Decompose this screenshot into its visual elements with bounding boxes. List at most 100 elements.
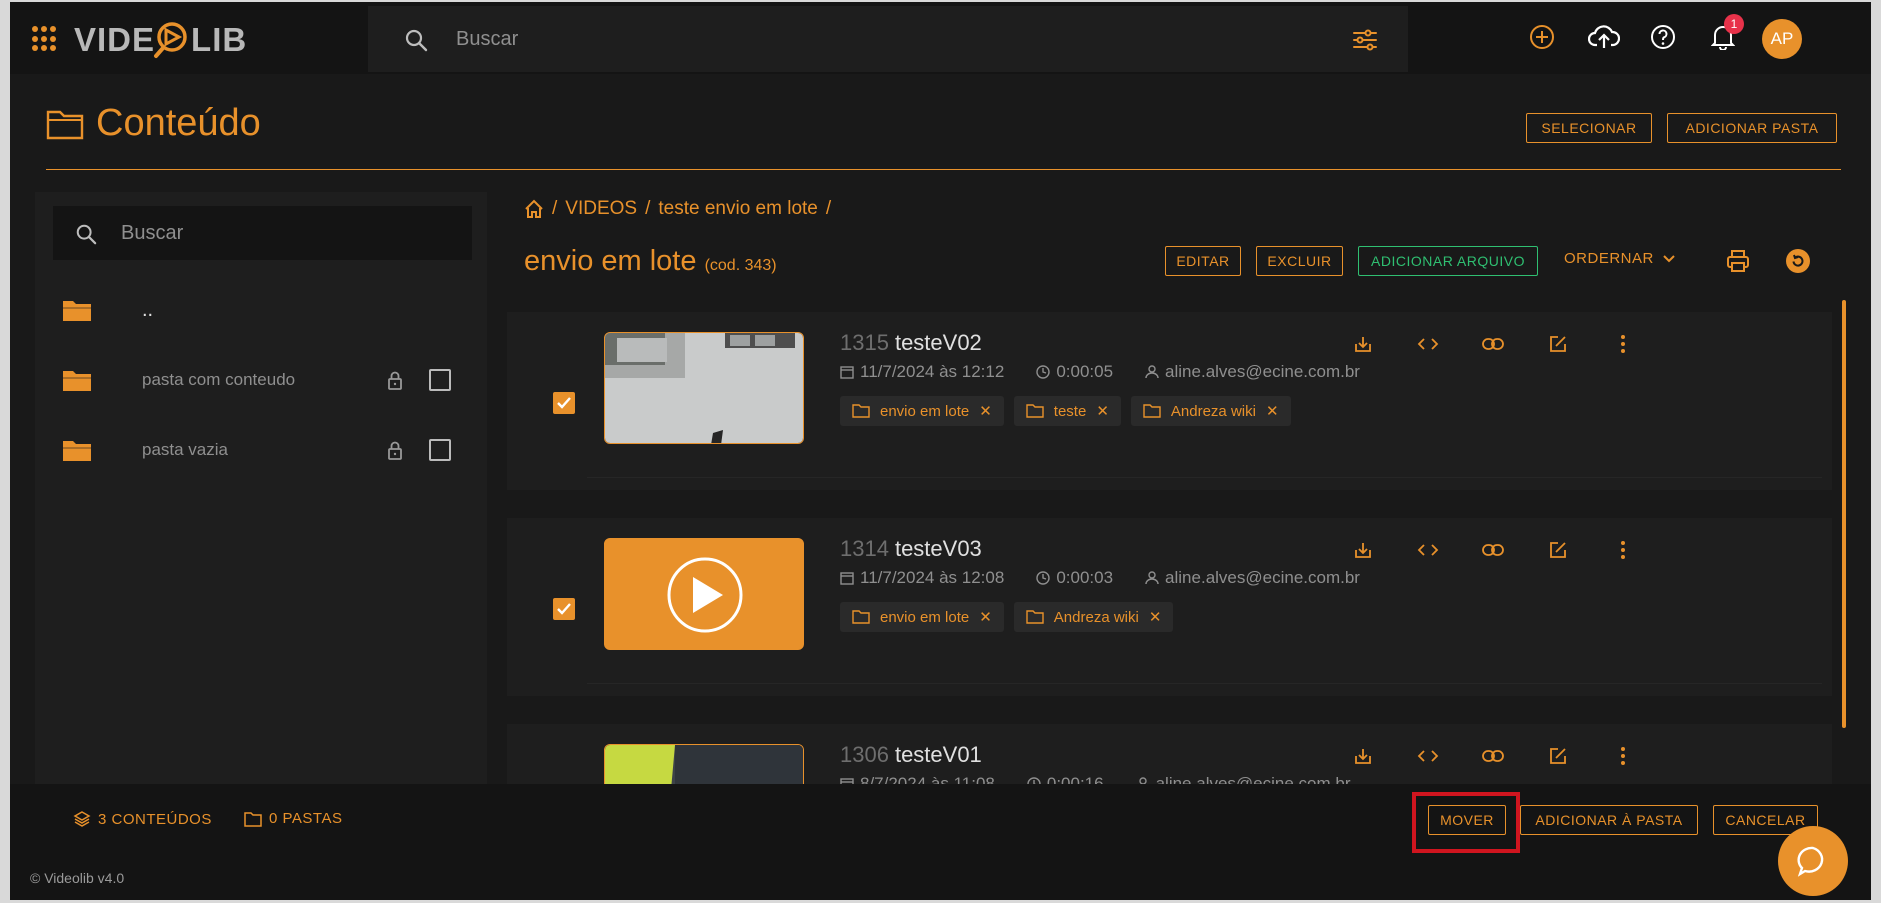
- bell-icon[interactable]: 1: [1708, 14, 1744, 52]
- download-icon[interactable]: [1330, 540, 1395, 560]
- sidebar-item-pasta-com-conteudo[interactable]: pasta com conteudo: [62, 360, 462, 400]
- tag-chip[interactable]: envio em lote ✕: [840, 396, 1004, 426]
- folder-outline-icon: [244, 811, 262, 827]
- video-code-line: 1315 testeV02: [840, 330, 982, 356]
- tag-chip[interactable]: Andreza wiki ✕: [1013, 602, 1174, 632]
- clock-icon: [1036, 571, 1051, 585]
- global-search[interactable]: Buscar: [368, 6, 1408, 72]
- contents-count-label: 3 CONTEÚDOS: [98, 810, 212, 828]
- help-icon[interactable]: [1648, 22, 1678, 52]
- global-search-input[interactable]: Buscar: [456, 28, 518, 51]
- delete-button[interactable]: EXCLUIR: [1256, 246, 1343, 276]
- folder-title: envio em lote (cod. 343): [524, 245, 777, 278]
- breadcrumb-item-videos[interactable]: VIDEOS: [565, 198, 637, 220]
- refresh-icon[interactable]: [1786, 249, 1810, 273]
- breadcrumb-item-teste-envio-em-lote[interactable]: teste envio em lote: [658, 198, 817, 220]
- folder-code: (cod. 343): [704, 257, 777, 274]
- link-icon[interactable]: [1460, 746, 1525, 766]
- more-vert-icon[interactable]: [1590, 540, 1655, 560]
- download-icon[interactable]: [1330, 746, 1395, 766]
- add-folder-button[interactable]: ADICIONAR PASTA: [1667, 113, 1837, 143]
- content-scrollbar[interactable]: [1842, 300, 1846, 728]
- video-thumbnail[interactable]: [604, 538, 804, 650]
- sidebar-search-input[interactable]: Buscar: [121, 222, 183, 245]
- video-duration: 0:00:05: [1056, 362, 1114, 381]
- order-dropdown[interactable]: ORDERNAR: [1564, 250, 1676, 267]
- close-icon[interactable]: ✕: [1149, 608, 1162, 626]
- chevron-down-icon: [1663, 254, 1675, 262]
- folder-checkbox[interactable]: [429, 369, 451, 391]
- card-divider: [587, 683, 1822, 684]
- video-actions: [1330, 540, 1655, 560]
- close-icon[interactable]: ✕: [979, 402, 992, 420]
- logo-play-icon: [154, 22, 187, 58]
- select-button[interactable]: SELECIONAR: [1526, 113, 1652, 143]
- tag-chip[interactable]: envio em lote ✕: [840, 602, 1004, 632]
- folder-checkbox[interactable]: [429, 439, 451, 461]
- add-file-button[interactable]: ADICIONAR ARQUIVO: [1358, 246, 1538, 276]
- user-icon: [1145, 571, 1159, 585]
- close-icon[interactable]: ✕: [979, 608, 992, 626]
- embed-code-icon[interactable]: [1395, 746, 1460, 766]
- embed-code-icon[interactable]: [1395, 540, 1460, 560]
- download-icon[interactable]: [1330, 334, 1395, 354]
- video-code: 1306: [840, 742, 889, 767]
- logo[interactable]: VIDE LIB: [74, 20, 247, 60]
- video-thumbnail[interactable]: [604, 332, 804, 444]
- folder-icon: [63, 441, 91, 461]
- link-icon[interactable]: [1460, 334, 1525, 354]
- video-code: 1314: [840, 536, 889, 561]
- tag-chip[interactable]: teste ✕: [1013, 396, 1121, 426]
- lock-icon[interactable]: [387, 370, 403, 390]
- video-checkbox[interactable]: [553, 598, 575, 620]
- embed-code-icon[interactable]: [1395, 334, 1460, 354]
- video-name[interactable]: testeV02: [895, 330, 982, 355]
- link-icon[interactable]: [1460, 540, 1525, 560]
- sidebar-item-pasta-vazia[interactable]: pasta vazia: [62, 430, 462, 470]
- video-author: aline.alves@ecine.com.br: [1165, 568, 1360, 587]
- video-actions: [1330, 746, 1655, 766]
- chat-bubble-icon: [1797, 846, 1824, 877]
- edit-icon[interactable]: [1525, 334, 1590, 354]
- folder-sidebar: [35, 192, 487, 792]
- lock-icon[interactable]: [387, 440, 403, 460]
- edit-icon[interactable]: [1525, 540, 1590, 560]
- tag-chip[interactable]: Andreza wiki ✕: [1130, 396, 1291, 426]
- more-vert-icon[interactable]: [1590, 746, 1655, 766]
- video-name[interactable]: testeV03: [895, 536, 982, 561]
- close-icon[interactable]: ✕: [1266, 402, 1279, 420]
- cloud-upload-icon[interactable]: [1587, 22, 1621, 52]
- add-to-folder-button[interactable]: ADICIONAR À PASTA: [1520, 805, 1698, 835]
- card-divider: [587, 477, 1822, 478]
- tag-label: envio em lote: [880, 402, 970, 420]
- search-icon: [76, 224, 97, 245]
- filter-sliders-icon[interactable]: [1352, 28, 1378, 52]
- order-label: ORDERNAR: [1564, 250, 1654, 267]
- video-card[interactable]: 1314 testeV03 11/7/2024 às 12:08 0:00:03 …: [507, 518, 1832, 696]
- more-vert-icon[interactable]: [1590, 334, 1655, 354]
- calendar-icon: [840, 366, 854, 379]
- home-icon[interactable]: [524, 199, 544, 219]
- calendar-icon: [840, 572, 854, 585]
- close-icon[interactable]: ✕: [1096, 402, 1109, 420]
- breadcrumb-separator: /: [552, 198, 558, 219]
- edit-button[interactable]: EDITAR: [1165, 246, 1241, 276]
- folder-outline-icon: [852, 610, 870, 624]
- sidebar-item-label: pasta vazia: [142, 440, 228, 459]
- folder-icon: [63, 371, 91, 391]
- video-checkbox[interactable]: [553, 392, 575, 414]
- sidebar-item-parent[interactable]: ..: [62, 290, 462, 330]
- edit-icon[interactable]: [1525, 746, 1590, 766]
- add-circle-icon[interactable]: [1527, 22, 1557, 52]
- breadcrumb-separator: /: [825, 198, 832, 219]
- apps-grid-icon[interactable]: [32, 26, 58, 52]
- video-card[interactable]: 1315 testeV02 11/7/2024 às 12:12 0:00:05 …: [507, 312, 1832, 490]
- sidebar-search[interactable]: Buscar: [53, 206, 472, 260]
- video-name[interactable]: testeV01: [895, 742, 982, 767]
- tag-label: teste: [1053, 402, 1087, 420]
- avatar[interactable]: AP: [1762, 19, 1802, 59]
- chat-button[interactable]: [1778, 826, 1848, 896]
- video-author: aline.alves@ecine.com.br: [1165, 362, 1360, 381]
- print-icon[interactable]: [1726, 249, 1750, 273]
- sidebar-item-label: ..: [142, 298, 154, 321]
